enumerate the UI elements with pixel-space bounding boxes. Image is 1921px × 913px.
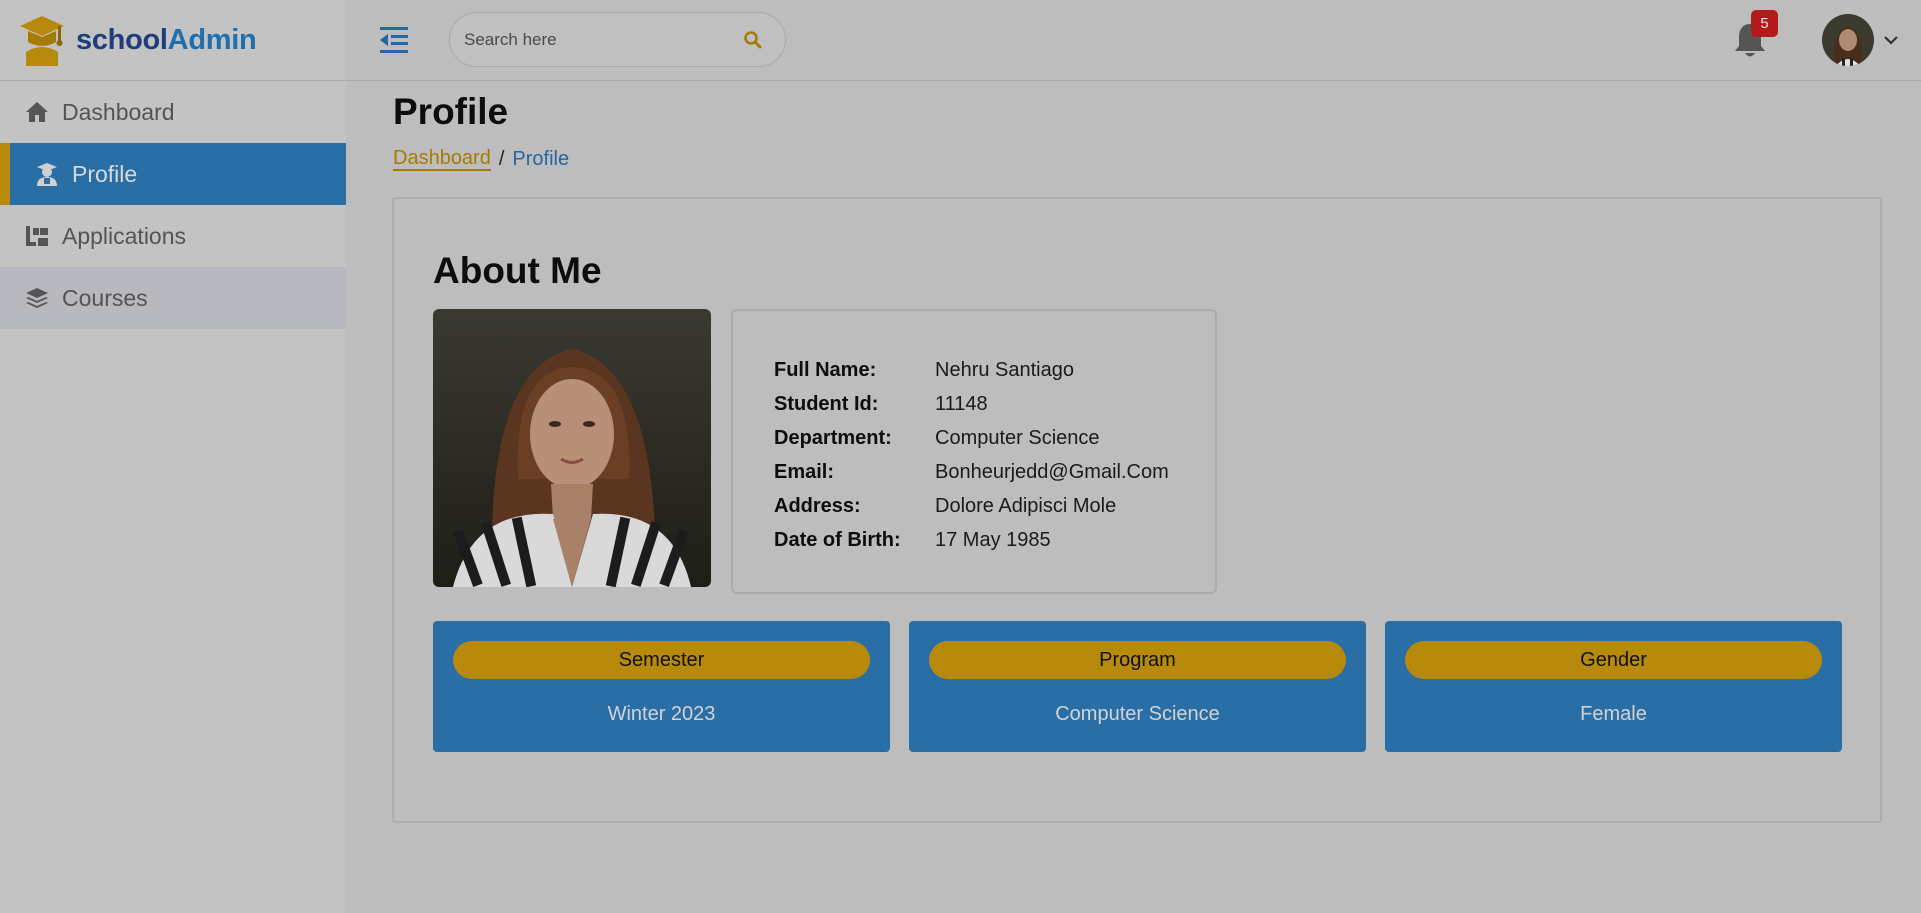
stat-value: Female	[1580, 703, 1647, 725]
breadcrumb-current: Profile	[512, 147, 570, 170]
profile-card: About Me Full Name: Nehru Santiago Stude…	[392, 197, 1882, 823]
brand-name: schoolAdmin	[76, 23, 257, 57]
search-input[interactable]	[462, 28, 743, 51]
info-label: Date of Birth:	[774, 528, 901, 551]
stat-value: Winter 2023	[607, 703, 716, 725]
info-label: Student Id:	[774, 392, 879, 415]
sidebar-item-label: Dashboard	[62, 98, 175, 125]
brand-name-part1: school	[76, 23, 168, 56]
info-label: Department:	[774, 426, 892, 449]
sidebar-item-label: Profile	[72, 160, 138, 187]
student-icon	[34, 161, 60, 187]
breadcrumb-dashboard-link[interactable]: Dashboard	[393, 147, 491, 171]
brand[interactable]: schoolAdmin	[0, 0, 346, 81]
home-icon	[24, 99, 50, 125]
menu-collapse-icon[interactable]	[378, 24, 410, 56]
stat-value: Computer Science	[1055, 703, 1220, 725]
notification-badge: 5	[1751, 10, 1778, 37]
main-content: Profile Dashboard / Profile About Me Ful…	[346, 81, 1921, 913]
graduation-cap-logo-icon	[20, 16, 64, 66]
brand-name-part2: Admin	[167, 23, 257, 56]
avatar[interactable]	[1822, 14, 1874, 66]
search-box	[449, 12, 786, 67]
sidebar-item-courses[interactable]: Courses	[0, 267, 346, 329]
stat-card-gender: Gender Female	[1385, 621, 1842, 752]
info-row-email: Email: Bonheurjedd@Gmail.Com	[774, 455, 1215, 489]
info-row-full-name: Full Name: Nehru Santiago	[774, 353, 1215, 387]
sidebar-item-label: Applications	[62, 222, 187, 249]
layers-icon	[24, 285, 50, 311]
stat-label: Semester	[453, 641, 870, 679]
info-label: Email:	[774, 460, 835, 483]
info-row-department: Department: Computer Science	[774, 421, 1215, 455]
personal-info-box: Full Name: Nehru Santiago Student Id: 11…	[731, 309, 1217, 594]
sidebar-item-dashboard[interactable]: Dashboard	[0, 81, 346, 143]
sidebar-item-profile[interactable]: Profile	[0, 143, 346, 205]
info-value: 11148	[935, 392, 988, 415]
info-label: Address:	[774, 494, 861, 517]
stat-card-semester: Semester Winter 2023	[433, 621, 890, 752]
stat-label: Gender	[1405, 641, 1822, 679]
info-label: Full Name:	[774, 358, 877, 381]
sidebar-nav: Dashboard Profile Applications Courses	[0, 81, 346, 329]
info-value: Nehru Santiago	[935, 358, 1074, 381]
info-row-student-id: Student Id: 11148	[774, 387, 1215, 421]
info-row-date-of-birth: Date of Birth: 17 May 1985	[774, 523, 1215, 557]
user-menu[interactable]	[1822, 14, 1900, 66]
page-title: Profile	[393, 91, 509, 132]
stat-label: Program	[929, 641, 1346, 679]
applications-icon	[24, 223, 50, 249]
breadcrumb-separator: /	[498, 147, 505, 170]
about-me-title: About Me	[433, 250, 602, 291]
search-icon[interactable]	[743, 30, 763, 50]
sidebar: schoolAdmin Dashboard Profile Applicatio…	[0, 0, 346, 913]
breadcrumb: Dashboard / Profile	[393, 147, 569, 171]
profile-photo	[433, 309, 711, 587]
info-value: 17 May 1985	[935, 528, 1051, 551]
info-value: Computer Science	[935, 426, 1100, 449]
sidebar-item-label: Courses	[62, 284, 148, 311]
topbar: 5	[346, 0, 1921, 81]
info-value: Dolore Adipisci Mole	[935, 494, 1117, 517]
sidebar-item-applications[interactable]: Applications	[0, 205, 346, 267]
info-row-address: Address: Dolore Adipisci Mole	[774, 489, 1215, 523]
stat-card-program: Program Computer Science	[909, 621, 1366, 752]
info-value: Bonheurjedd@Gmail.Com	[935, 460, 1169, 483]
chevron-down-icon[interactable]	[1882, 31, 1900, 49]
